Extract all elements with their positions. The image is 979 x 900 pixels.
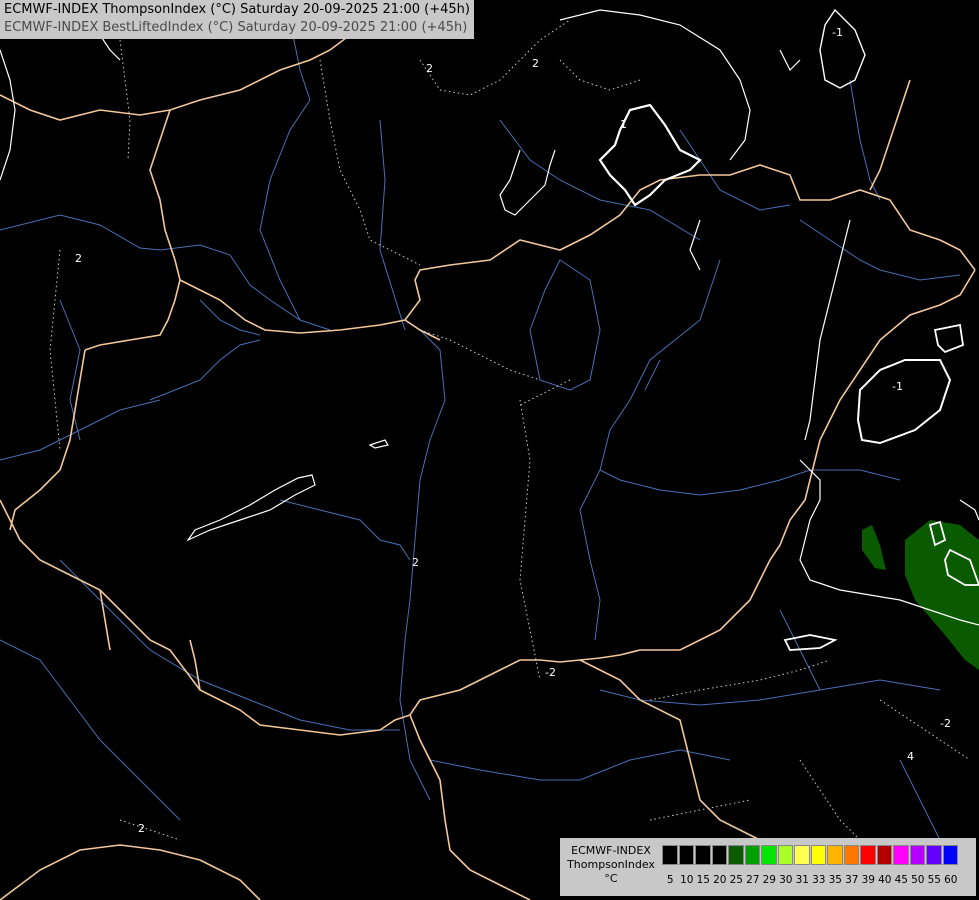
legend-swatch	[860, 845, 876, 865]
legend-tick: 5	[666, 874, 674, 886]
legend-tick: 27	[746, 874, 760, 886]
legend-swatch	[695, 845, 711, 865]
legend-swatch	[876, 845, 892, 865]
legend-swatch	[777, 845, 793, 865]
legend-swatch	[744, 845, 760, 865]
legend-swatch	[678, 845, 694, 865]
legend-tick: 20	[713, 874, 727, 886]
legend-tick: 25	[729, 874, 743, 886]
legend-swatch	[662, 845, 678, 865]
legend-ticks: 5 10 15 20 25 27 29 30 31 33 35 37 39 40 45 50 55 60	[662, 874, 959, 886]
legend-swatch	[810, 845, 826, 865]
legend-tick: 40	[878, 874, 892, 886]
contour-label: 4	[907, 750, 914, 763]
legend-tick: 31	[795, 874, 809, 886]
legend-tick: 45	[894, 874, 908, 886]
legend-tick: 10	[680, 874, 694, 886]
legend-tick: 33	[812, 874, 826, 886]
legend-title: ECMWF-INDEX	[571, 844, 651, 857]
legend-tick: 39	[861, 874, 875, 886]
legend-color-bar	[662, 845, 959, 865]
legend-swatch	[711, 845, 727, 865]
legend-tick: 50	[911, 874, 925, 886]
legend-unit: °C	[604, 872, 618, 885]
legend-tick: 37	[845, 874, 859, 886]
contour-label: 1	[620, 118, 627, 131]
legend-swatch	[728, 845, 744, 865]
legend-swatch	[909, 845, 925, 865]
contour-label: -1	[892, 380, 903, 393]
contour-label: 2	[138, 822, 145, 835]
contour-label: 2	[532, 57, 539, 70]
legend-tick: 55	[927, 874, 941, 886]
legend-subtitle: ThompsonIndex	[567, 858, 655, 871]
map-title-line-1: ECMWF-INDEX ThompsonIndex (°C) Saturday …	[4, 2, 470, 17]
map-title-line-2: ECMWF-INDEX BestLiftedIndex (°C) Saturda…	[4, 20, 468, 35]
legend-swatch	[827, 845, 843, 865]
legend-swatch	[843, 845, 859, 865]
legend-label: ECMWF-INDEX ThompsonIndex °C	[564, 844, 658, 886]
contour-label: 2	[412, 556, 419, 569]
legend-swatch	[926, 845, 942, 865]
legend-tick: 30	[779, 874, 793, 886]
contour-label: 2	[75, 252, 82, 265]
color-legend: ECMWF-INDEX ThompsonIndex °C 5 10 15 20 25 27…	[560, 838, 976, 896]
legend-tick: 60	[944, 874, 958, 886]
legend-swatch	[942, 845, 958, 865]
legend-tick: 29	[762, 874, 776, 886]
weather-map: 2 2 1 -1 2 -1 2 2 -2 4 -2	[0, 0, 979, 900]
contour-label: -2	[940, 717, 951, 730]
legend-tick: 35	[828, 874, 842, 886]
legend-tick: 15	[696, 874, 710, 886]
legend-swatch	[893, 845, 909, 865]
contour-label: 2	[426, 62, 433, 75]
legend-swatch	[794, 845, 810, 865]
contour-label: -2	[545, 666, 556, 679]
legend-swatch	[761, 845, 777, 865]
map-title-box: ECMWF-INDEX ThompsonIndex (°C) Saturday …	[0, 0, 474, 39]
contour-label: -1	[832, 26, 843, 39]
